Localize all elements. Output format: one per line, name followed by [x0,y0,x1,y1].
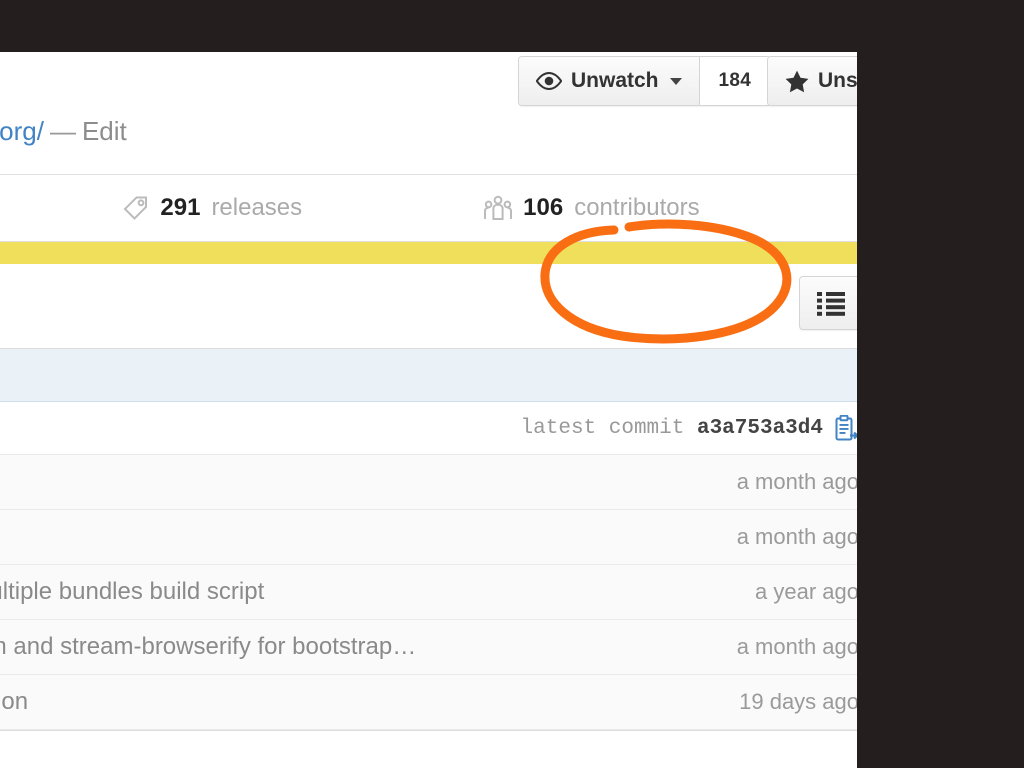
eye-icon [536,72,562,90]
latest-commit-row: latest commit a3a753a3d4 [0,402,857,455]
stat-contributors[interactable]: 106 contributors [484,194,700,222]
file-commit-message[interactable]: oreMissing` option [0,688,715,716]
history-button[interactable] [799,276,857,330]
stat-contributors-count: 106 [523,194,564,221]
stat-contributors-label: contributors [574,194,700,221]
stat-releases-count: 291 [160,194,201,221]
unwatch-button[interactable]: Unwatch [519,57,700,105]
notice-band [0,242,857,264]
stat-releases-label: releases [211,194,303,221]
repo-homepage-line: tp://browserify.org/—Edit [0,116,857,174]
desktop-backdrop-right [857,0,1024,768]
screen: Unwatch 184 Unstar [0,0,1024,768]
file-commit-age: a month ago [736,469,857,494]
breadcrumb: erify / + [0,264,857,348]
latest-commit-banner [0,349,857,402]
file-commit-message[interactable]: st [0,468,713,496]
file-commit-message[interactable]: o external in multiple bundles build scr… [0,578,731,606]
table-row[interactable]: a month ago [0,510,857,565]
star-icon [785,70,809,93]
edit-homepage-link[interactable]: Edit [82,116,127,146]
unstar-button[interactable]: Unstar [768,57,857,105]
contributors-icon [484,195,513,222]
table-row[interactable]: st a month ago [0,455,857,510]
stat-releases[interactable]: 291 releases [122,194,302,222]
file-commit-age: a month ago [736,634,857,659]
repo-stats-bar: ranches 291 releases [0,174,857,242]
repo-page-canvas: Unwatch 184 Unstar [0,52,857,731]
table-row[interactable]: oreMissing` option 19 days ago [0,675,857,730]
file-commit-message[interactable]: readable-stream and stream-browserify fo… [0,633,713,661]
table-row[interactable]: readable-stream and stream-browserify fo… [0,620,857,675]
list-icon [817,290,845,316]
file-listing-table: latest commit a3a753a3d4 a month ago a m… [0,348,857,731]
file-commit-age: 19 days ago [739,689,857,714]
latest-commit-sha[interactable]: a3a753a3d4 [697,417,823,440]
watch-button-group[interactable]: Unwatch 184 [518,56,772,106]
file-commit-age: a month ago [736,524,857,549]
table-row[interactable]: o external in multiple bundles build scr… [0,565,857,620]
clipboard-copy-icon[interactable] [834,414,857,442]
latest-commit-text: latest commit a3a753a3d4 [521,417,823,440]
latest-commit-prefix: latest commit [520,416,685,440]
file-rows: st a month ago a month ago o external in mu… [0,455,857,730]
watchers-count[interactable]: 184 [699,57,771,105]
homepage-url-link[interactable]: tp://browserify.org/ [0,116,44,146]
repo-actions-row: Unwatch 184 Unstar [0,52,857,116]
unwatch-label: Unwatch [571,69,659,92]
homepage-separator: — [49,116,76,146]
chevron-down-icon [669,77,682,85]
unstar-label: Unstar [818,69,857,92]
browser-page-viewport: Unwatch 184 Unstar [0,52,857,768]
tag-icon [122,195,149,222]
file-commit-age: a year ago [755,579,857,604]
star-button-group[interactable]: Unstar [767,56,857,106]
